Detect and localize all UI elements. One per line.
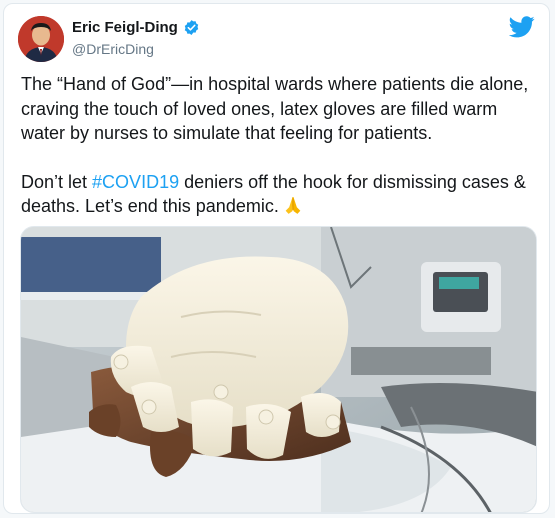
tweet-text: The “Hand of God”—in hospital wards wher… xyxy=(21,72,541,219)
user-handle[interactable]: @DrEricDing xyxy=(72,41,154,57)
hashtag-link[interactable]: #COVID19 xyxy=(92,172,179,192)
tweet-header: Eric Feigl-Ding @DrEricDing xyxy=(4,4,549,64)
avatar[interactable] xyxy=(18,16,64,62)
tweet-paragraph-1: The “Hand of God”—in hospital wards wher… xyxy=(21,74,529,143)
tweet-text-segment: Don’t let xyxy=(21,171,93,192)
tweet-paragraph-2: Don’t let #COVID19 deniers off the hook … xyxy=(21,170,541,219)
hand-of-god-photo xyxy=(21,227,536,512)
twitter-bird-icon[interactable] xyxy=(509,16,535,38)
tweet-photo[interactable] xyxy=(20,226,537,513)
folded-hands-emoji-icon xyxy=(285,197,301,214)
avatar-portrait xyxy=(18,16,64,62)
display-name[interactable]: Eric Feigl-Ding xyxy=(72,19,178,36)
tweet-card[interactable]: Eric Feigl-Ding @DrEricDing The “Hand of… xyxy=(3,3,550,514)
verified-badge-icon xyxy=(184,20,199,35)
